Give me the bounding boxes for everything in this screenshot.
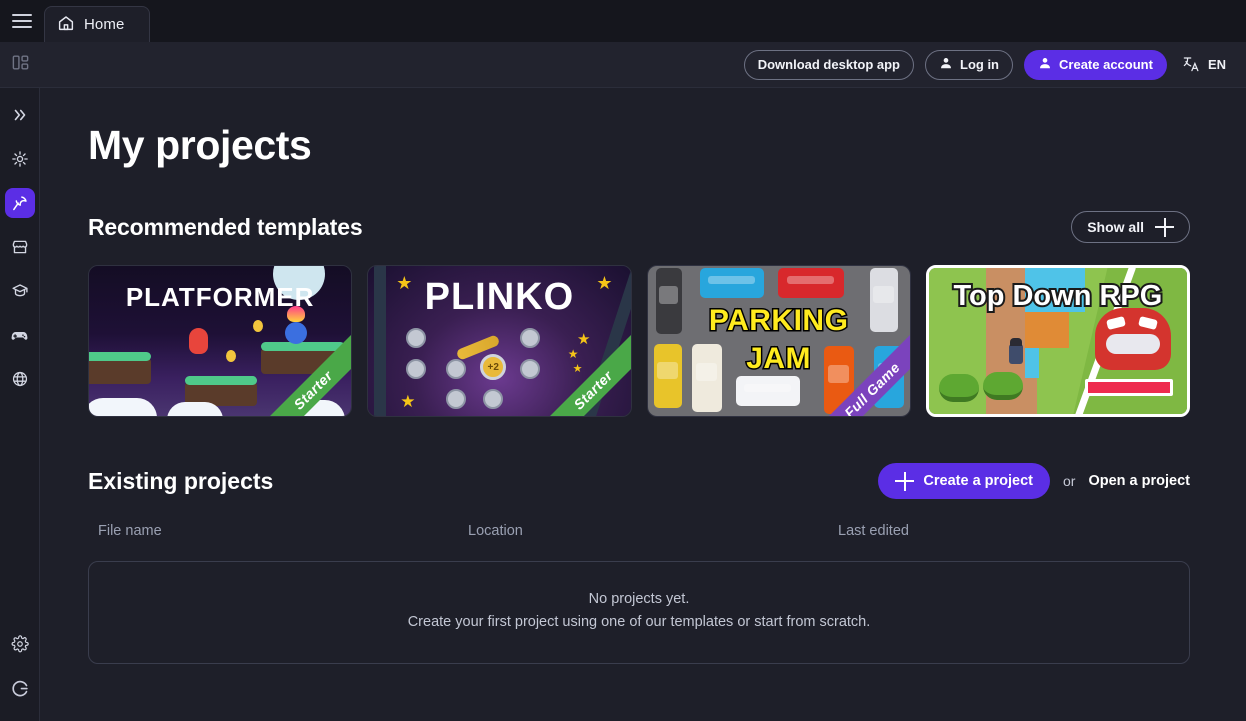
person-icon: [1038, 56, 1052, 73]
log-in-button[interactable]: Log in: [925, 50, 1013, 80]
templates-header: Recommended templates Show all: [88, 211, 1190, 243]
empty-state-line-2: Create your first project using one of o…: [89, 611, 1189, 634]
log-in-label: Log in: [960, 57, 999, 72]
open-a-project-button[interactable]: Open a project: [1088, 473, 1190, 489]
template-card-top-down-rpg[interactable]: Top Down RPG: [926, 265, 1190, 417]
template-card-parking-jam[interactable]: PARKING JAM Full Game: [647, 265, 911, 417]
panel-layout-icon[interactable]: [11, 53, 30, 77]
sidebar-item-build[interactable]: [5, 188, 35, 218]
globe-icon[interactable]: [5, 364, 35, 394]
plus-icon: [1155, 218, 1174, 237]
sparkle-icon[interactable]: [5, 144, 35, 174]
column-header-location: Location: [468, 523, 838, 539]
existing-projects-header: Existing projects Create a project or Op…: [88, 463, 1190, 499]
template-card-plinko[interactable]: +2 ★ ★ ★ ★ ★ ★ PLINKO Starter: [367, 265, 631, 417]
column-header-file-name: File name: [98, 523, 468, 539]
tab-home[interactable]: Home: [44, 6, 150, 42]
projects-table-header: File name Location Last edited: [88, 523, 1190, 539]
home-icon: [57, 14, 75, 36]
or-label: or: [1063, 473, 1075, 489]
store-icon[interactable]: [5, 232, 35, 262]
create-account-label: Create account: [1059, 57, 1153, 72]
download-desktop-app-button[interactable]: Download desktop app: [744, 50, 914, 80]
main-content: My projects Recommended templates Show a…: [40, 88, 1246, 721]
translate-icon: [1182, 54, 1201, 76]
language-selector[interactable]: EN: [1178, 54, 1226, 76]
plinko-coin-label: +2: [480, 354, 506, 380]
page-title: My projects: [88, 122, 1190, 169]
template-card-platformer[interactable]: PLATFORMER Starter: [88, 265, 352, 417]
show-all-label: Show all: [1087, 219, 1144, 235]
top-toolbar: Download desktop app Log in Create accou…: [0, 42, 1246, 88]
tab-home-label: Home: [84, 16, 124, 33]
templates-heading: Recommended templates: [88, 214, 362, 241]
top-down-rpg-artwork: [929, 268, 1187, 414]
plus-icon: [895, 472, 914, 491]
empty-state-line-1: No projects yet.: [89, 588, 1189, 611]
graduation-cap-icon[interactable]: [5, 276, 35, 306]
title-bar: Home: [0, 0, 1246, 42]
language-label: EN: [1208, 57, 1226, 72]
create-account-button[interactable]: Create account: [1024, 50, 1167, 80]
expand-chevrons-icon[interactable]: [5, 100, 35, 130]
existing-projects-heading: Existing projects: [88, 468, 273, 495]
template-card-list: PLATFORMER Starter +2 ★: [88, 265, 1190, 417]
left-sidebar: [0, 88, 40, 721]
gamepad-icon[interactable]: [5, 320, 35, 350]
empty-projects-state: No projects yet. Create your first proje…: [88, 561, 1190, 664]
gdevelop-logo-icon[interactable]: [5, 673, 35, 703]
column-header-last-edited: Last edited: [838, 523, 909, 539]
create-a-project-label: Create a project: [923, 473, 1033, 489]
body: My projects Recommended templates Show a…: [0, 88, 1246, 721]
hamburger-menu-icon[interactable]: [0, 0, 44, 42]
settings-gear-icon[interactable]: [5, 629, 35, 659]
create-a-project-button[interactable]: Create a project: [878, 463, 1050, 499]
person-icon: [939, 56, 953, 73]
show-all-button[interactable]: Show all: [1071, 211, 1190, 243]
